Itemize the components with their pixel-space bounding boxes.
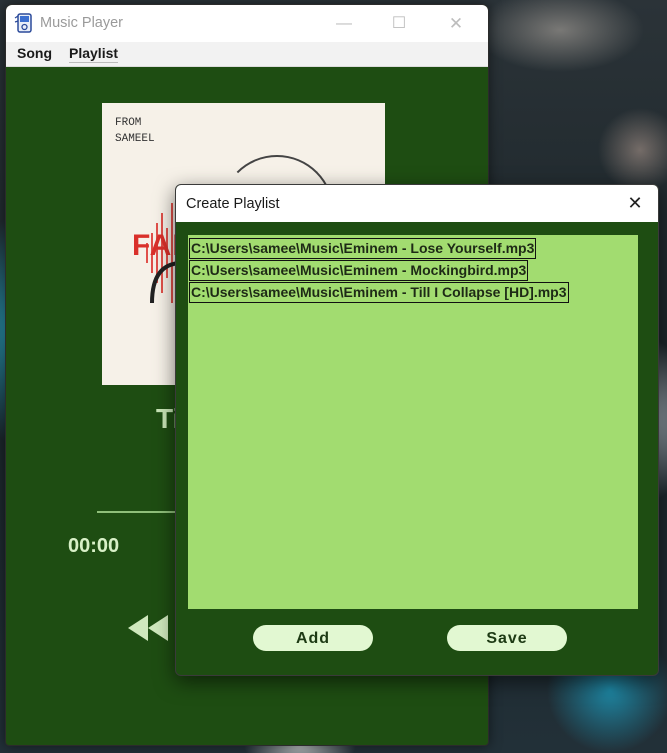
maximize-button[interactable]: ☐ (376, 5, 422, 42)
close-button[interactable]: ✕ (433, 5, 479, 42)
playlist-item[interactable]: C:\Users\samee\Music\Eminem - Mockingbir… (189, 260, 529, 281)
dialog-titlebar[interactable]: Create Playlist ✕ (176, 185, 658, 222)
elapsed-time: 00:00 (68, 535, 120, 557)
menu-song[interactable]: Song (17, 45, 52, 61)
playlist-list[interactable]: C:\Users\samee\Music\Eminem - Lose Yours… (188, 235, 638, 609)
music-player-app-icon (14, 13, 32, 33)
save-button[interactable]: Save (447, 625, 567, 651)
playlist-item[interactable]: C:\Users\samee\Music\Eminem - Lose Yours… (189, 238, 537, 259)
minimize-button[interactable]: — (321, 5, 367, 42)
dialog-title: Create Playlist (186, 196, 280, 212)
album-art-caption: FROM SAMEEL (115, 117, 155, 145)
playlist-item[interactable]: C:\Users\samee\Music\Eminem - Till I Col… (189, 282, 569, 303)
create-playlist-dialog: Create Playlist ✕ C:\Users\samee\Music\E… (175, 184, 659, 676)
add-button[interactable]: Add (253, 625, 373, 651)
menu-playlist[interactable]: Playlist (69, 45, 119, 63)
main-titlebar[interactable]: Music Player — ☐ ✕ (6, 5, 488, 42)
main-window-title: Music Player (40, 15, 123, 31)
menu-bar: Song Playlist (6, 42, 488, 67)
dialog-close-button[interactable]: ✕ (612, 185, 658, 222)
rewind-icon[interactable] (126, 613, 170, 643)
